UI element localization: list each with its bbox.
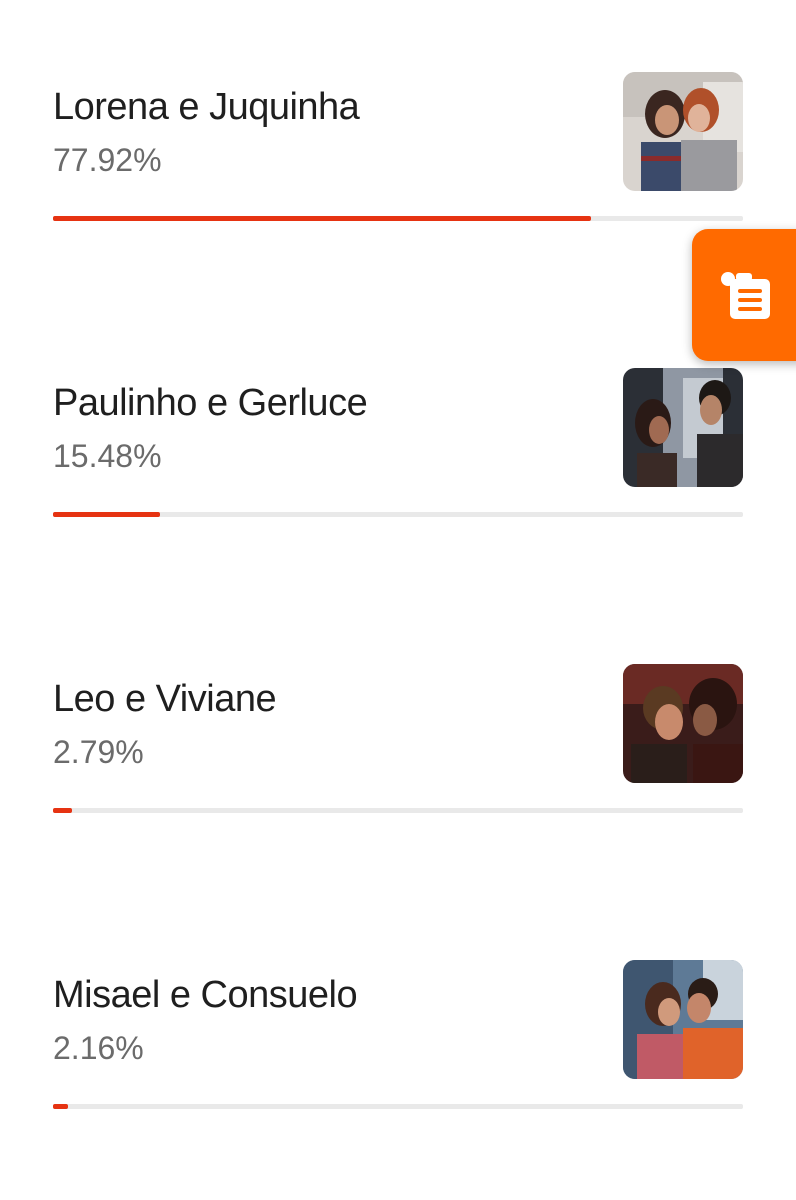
option-percent: 15.48% <box>53 438 162 474</box>
option-percent: 2.79% <box>53 734 144 770</box>
poll-option[interactable]: Paulinho e Gerluce 15.48% <box>53 368 743 528</box>
progress-track <box>53 1104 743 1109</box>
option-percent: 2.16% <box>53 1030 144 1066</box>
progress-fill <box>53 1104 68 1109</box>
poll-option[interactable]: Misael e Consuelo 2.16% <box>53 960 743 1120</box>
option-photo <box>623 72 743 191</box>
clipboard-list-icon <box>718 267 774 323</box>
option-name: Paulinho e Gerluce <box>53 382 368 424</box>
progress-fill <box>53 512 160 517</box>
option-photo <box>623 664 743 783</box>
poll-option[interactable]: Leo e Viviane 2.79% <box>53 664 743 824</box>
poll-option[interactable]: Lorena e Juquinha 77.92% <box>53 72 743 232</box>
poll-results-list: Lorena e Juquinha 77.92% Paulinho e Gerl… <box>0 0 796 1200</box>
progress-track <box>53 512 743 517</box>
progress-track <box>53 216 743 221</box>
option-name: Leo e Viviane <box>53 678 277 720</box>
floating-action-button[interactable] <box>692 229 796 361</box>
option-photo <box>623 960 743 1079</box>
option-name: Misael e Consuelo <box>53 974 358 1016</box>
progress-fill <box>53 216 591 221</box>
progress-track <box>53 808 743 813</box>
option-name: Lorena e Juquinha <box>53 86 360 128</box>
option-photo <box>623 368 743 487</box>
progress-fill <box>53 808 72 813</box>
option-percent: 77.92% <box>53 142 162 178</box>
